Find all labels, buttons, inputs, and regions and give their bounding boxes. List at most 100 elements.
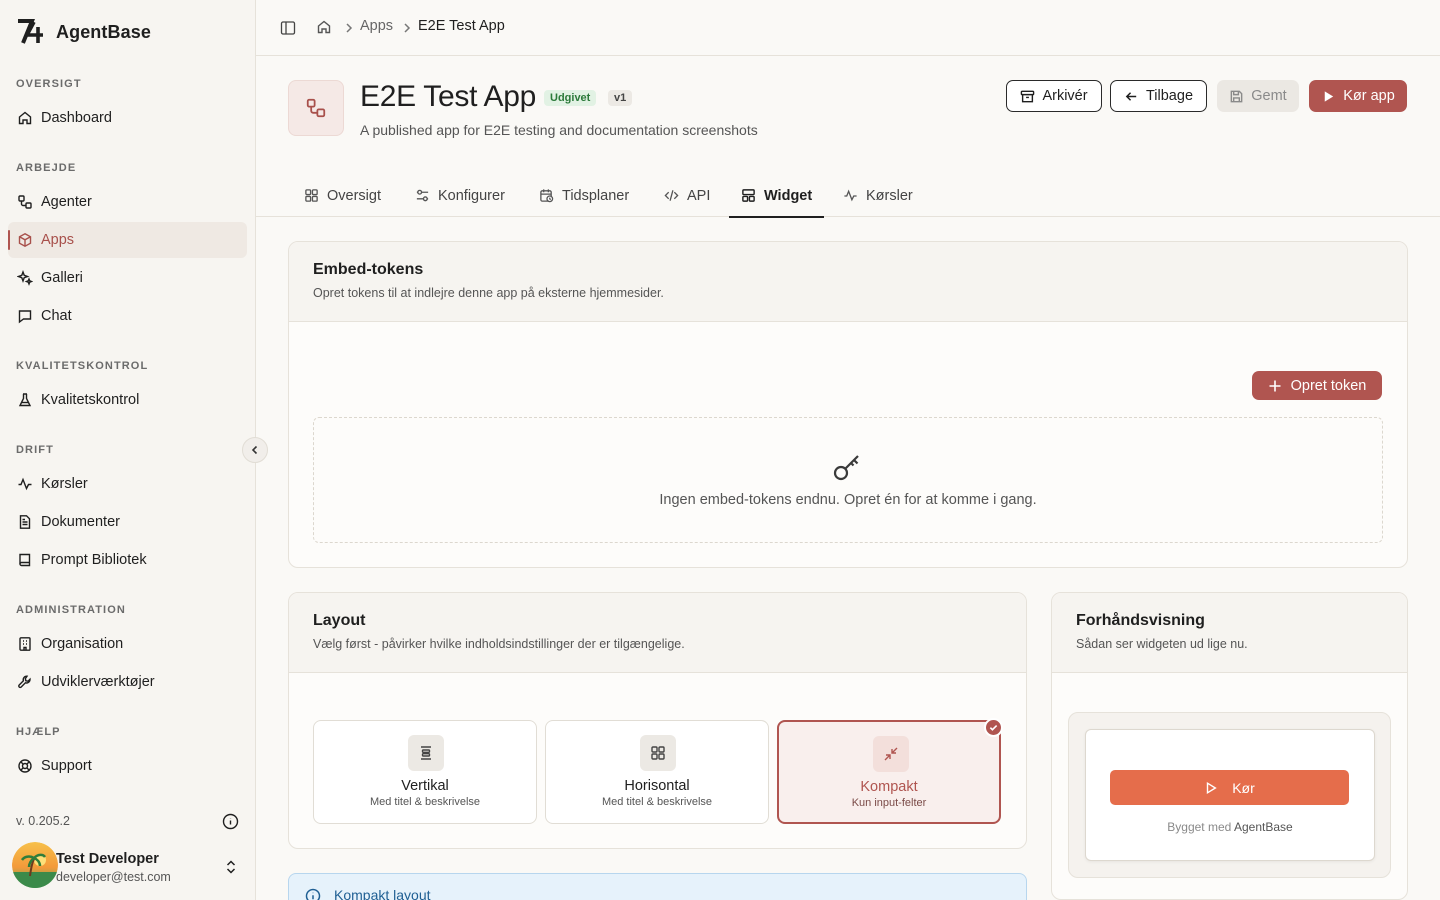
arrow-left-icon	[1125, 91, 1137, 101]
calendar-clock-icon	[540, 189, 554, 203]
compact-layout-info: Kompakt layout	[288, 873, 1027, 900]
sidebar-item-korsler[interactable]: Kørsler	[8, 466, 247, 502]
run-app-button[interactable]: Kør app	[1309, 80, 1407, 112]
sidebar-item-support[interactable]: Support	[8, 748, 247, 784]
option-subtitle: Kun input-felter	[851, 797, 927, 809]
tab-tidsplaner[interactable]: Tidsplaner	[527, 180, 641, 217]
tab-label: Widget	[764, 187, 813, 204]
sidebar-toggle-icon[interactable]	[280, 20, 296, 36]
card-subtitle: Vælg først - påvirker hvilke indholdsind…	[313, 637, 685, 651]
activity-icon	[18, 477, 32, 491]
breadcrumb-apps[interactable]: Apps	[360, 18, 393, 34]
sidebar-item-label: Kørsler	[41, 476, 88, 492]
create-token-button[interactable]: Opret token	[1252, 371, 1382, 400]
tab-oversigt[interactable]: Oversigt	[292, 180, 393, 217]
home-icon[interactable]	[316, 19, 332, 35]
sidebar-item-label: Apps	[41, 232, 75, 248]
preview-run-button[interactable]: Kør	[1110, 770, 1349, 805]
back-button[interactable]: Tilbage	[1110, 80, 1207, 112]
version-badge: v1	[608, 90, 633, 106]
sidebar-item-prompt-bibliotek[interactable]: Prompt Bibliotek	[8, 542, 247, 578]
sidebar-item-label: Dashboard	[41, 110, 112, 126]
tab-korsler[interactable]: Kørsler	[831, 180, 925, 217]
back-label: Tilbage	[1145, 88, 1194, 104]
code-icon	[664, 190, 679, 201]
card-title: Embed-tokens	[313, 261, 424, 278]
minimize-icon	[873, 736, 909, 772]
page-title: E2E Test App	[360, 80, 536, 113]
archive-button[interactable]: Arkivér	[1006, 80, 1102, 112]
sidebar-item-organisation[interactable]: Organisation	[8, 626, 247, 662]
tab-widget[interactable]: Widget	[729, 180, 825, 218]
lifebuoy-icon	[18, 759, 32, 773]
building-icon	[19, 637, 31, 651]
user-name: Test Developer	[56, 851, 159, 867]
avatar	[12, 842, 58, 888]
plus-icon	[1269, 380, 1281, 391]
card-title: Layout	[313, 612, 366, 629]
home-icon	[18, 111, 32, 125]
sidebar-item-label: Prompt Bibliotek	[41, 552, 147, 568]
chevrons-up-down-icon	[226, 860, 236, 874]
option-title: Horisontal	[624, 778, 690, 794]
saved-label: Gemt	[1251, 88, 1287, 104]
brand-name: AgentBase	[56, 21, 151, 42]
chevron-left-icon	[251, 445, 258, 455]
card-title: Forhåndsvisning	[1076, 612, 1205, 629]
section-label-drift: DRIFT	[16, 444, 54, 456]
app-icon	[288, 80, 344, 136]
saved-button[interactable]: Gemt	[1217, 80, 1299, 112]
grid-icon	[305, 189, 318, 202]
sidebar-item-dashboard[interactable]: Dashboard	[8, 100, 247, 136]
tab-label: Konfigurer	[438, 187, 505, 204]
selected-check-icon	[984, 718, 1003, 737]
sidebar-item-label: Chat	[41, 308, 72, 324]
layout-option-vertikal[interactable]: Vertikal Med titel & beskrivelse	[313, 720, 537, 824]
topbar: Apps E2E Test App	[256, 0, 1440, 56]
sidebar-item-dokumenter[interactable]: Dokumenter	[8, 504, 247, 540]
sidebar-item-kvalitetskontrol[interactable]: Kvalitetskontrol	[8, 382, 247, 418]
user-email: developer@test.com	[56, 870, 171, 884]
key-icon	[833, 455, 859, 481]
chevron-right-icon	[404, 23, 411, 33]
option-title: Vertikal	[401, 778, 449, 794]
info-title: Kompakt layout	[334, 887, 431, 900]
built-with-prefix: Bygget med	[1167, 820, 1232, 834]
sidebar-item-agenter[interactable]: Agenter	[8, 184, 247, 220]
sidebar-item-label: Galleri	[41, 270, 83, 286]
option-title: Kompakt	[860, 779, 918, 795]
tab-api[interactable]: API	[652, 180, 722, 217]
section-label-kvalitetskontrol: KVALITETSKONTROL	[16, 360, 149, 372]
sidebar-item-apps[interactable]: Apps	[8, 222, 247, 258]
preview-run-label: Kør	[1232, 779, 1255, 796]
status-badge: Udgivet	[544, 90, 597, 106]
sidebar-item-chat[interactable]: Chat	[8, 298, 247, 334]
option-subtitle: Med titel & beskrivelse	[369, 796, 481, 808]
run-app-label: Kør app	[1343, 88, 1395, 104]
wrench-icon	[18, 675, 31, 689]
book-icon	[19, 553, 31, 567]
archive-label: Arkivér	[1042, 88, 1088, 104]
layout-option-horisontal[interactable]: Horisontal Med titel & beskrivelse	[545, 720, 769, 824]
section-label-hjaelp: HJÆLP	[16, 726, 61, 738]
tab-label: Tidsplaner	[562, 187, 630, 204]
play-icon	[1324, 90, 1334, 102]
brand[interactable]: AgentBase	[16, 18, 151, 46]
sliders-icon	[416, 189, 429, 202]
sidebar-item-label: Support	[41, 758, 92, 774]
sidebar-item-udviklervaerktojer[interactable]: Udviklerværktøjer	[8, 664, 247, 700]
section-label-arbejde: ARBEJDE	[16, 162, 77, 174]
flask-icon	[18, 393, 32, 407]
tab-label: Kørsler	[866, 187, 913, 204]
sparkles-icon	[17, 270, 33, 286]
sidebar-item-label: Dokumenter	[41, 514, 120, 530]
collapse-sidebar-button[interactable]	[242, 437, 268, 463]
tab-label: API	[687, 187, 711, 204]
tab-konfigurer[interactable]: Konfigurer	[403, 180, 517, 217]
card-subtitle: Opret tokens til at indlejre denne app p…	[313, 286, 664, 300]
user-menu[interactable]: Test Developer developer@test.com	[12, 840, 248, 890]
info-icon[interactable]	[222, 813, 239, 830]
tab-label: Oversigt	[327, 187, 381, 204]
sidebar-item-galleri[interactable]: Galleri	[8, 260, 247, 296]
layout-option-kompakt[interactable]: Kompakt Kun input-felter	[777, 720, 1001, 824]
